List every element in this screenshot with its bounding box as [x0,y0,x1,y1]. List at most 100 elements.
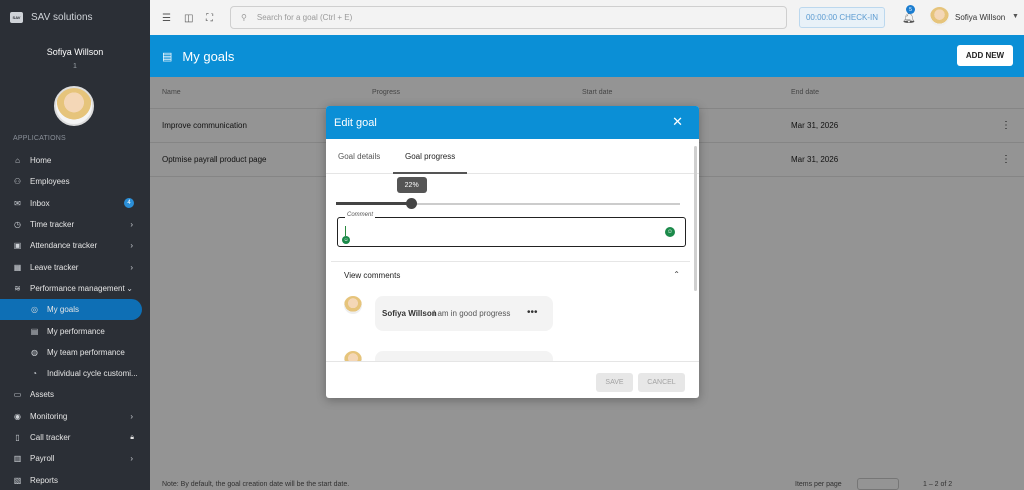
edit-goal-dialog: Edit goal ✕ Goal details Goal progress 2… [326,106,699,398]
chevron-down-icon[interactable]: ▼ [1012,13,1019,20]
cancel-button[interactable]: CANCEL [638,373,685,392]
sidebar-item-label: Leave tracker [30,262,79,272]
add-new-button[interactable]: ADD NEW [957,45,1013,66]
chevron-right-icon: › [130,411,133,421]
sidebar-item-leave-tracker[interactable]: ▦ Leave tracker › [0,256,150,277]
payroll-icon: ▥ [13,454,22,464]
sidebar-item-my-goals[interactable]: ◎ My goals [0,299,142,321]
dialog-header: Edit goal ✕ [326,106,699,139]
emoji-icon[interactable]: ☺ [342,236,350,244]
team-icon: ◍ [31,347,38,357]
sidebar-item-label: Performance management [30,283,125,293]
tab-goal-details[interactable]: Goal details [338,152,380,161]
text-cursor [345,226,346,236]
comment-text: I am in good progress [433,309,511,318]
user-avatar[interactable] [930,7,949,26]
dialog-scrollbar[interactable] [694,146,697,291]
comment-avatar [344,351,362,361]
sidebar-item-label: Employees [30,177,70,187]
view-comments-panel: View comments ⌃ Sofiya Willson I am in g… [331,261,690,361]
comment-label: Comment [345,212,376,218]
menu-icon[interactable]: ☰ [162,13,172,24]
sidebar-item-time-tracker[interactable]: ◷ Time tracker › [0,214,150,235]
comment-avatar [344,296,362,314]
sidebar-item-label: My performance [47,326,105,336]
sidebar-item-label: Reports [30,475,59,485]
search-placeholder: Search for a goal (Ctrl + E) [256,13,353,22]
avatar[interactable] [54,86,94,126]
dialog-footer: SAVE CANCEL [326,361,699,398]
emoji-icon[interactable]: ☺ [665,227,675,237]
phone-icon: ▯ [15,433,20,442]
search-icon: ⚲ [241,13,247,22]
sidebar-item-label: Individual cycle customi... [47,369,138,379]
comment-bubble [375,351,553,361]
app-name: SAV solutions [31,12,93,23]
home-icon: ⌂ [15,156,20,166]
people-icon: ⚇ [13,177,22,187]
comment-field[interactable]: Comment ☺ ☺ [337,212,686,247]
comment-bubble: Sofiya Willson I am in good progress ••• [375,296,553,331]
lock-icon: 🔒︎ [130,433,134,441]
save-button[interactable]: SAVE [596,373,633,392]
chevron-right-icon: › [130,454,133,464]
notification-badge: 5 [906,5,915,14]
collapse-icon[interactable]: ◫ [184,13,194,24]
eye-icon: ◉ [14,411,21,421]
sidebar-item-label: Time tracker [30,220,75,230]
tab-goal-progress[interactable]: Goal progress [405,152,455,161]
page-title: My goals [182,48,235,64]
page-header: ▤ My goals ADD NEW [150,35,1024,77]
sidebar-item-individual-cycle-customi[interactable]: ◔ Individual cycle customi... [0,363,150,384]
assets-icon: ▭ [13,390,22,400]
inbox-icon: ✉ [14,198,21,208]
sidebar-item-performance-management[interactable]: ≋ Performance management ⌄ [0,278,150,299]
sidebar-user-sub: 1 [73,63,77,70]
sidebar-item-reports[interactable]: ▧ Reports [0,469,150,490]
clock-icon: ◷ [14,220,21,230]
chevron-down-icon: ⌄ [126,283,133,293]
sidebar-item-attendance-tracker[interactable]: ▣ Attendance tracker › [0,235,150,256]
chevron-right-icon: › [130,262,133,272]
sidebar-user-name: Sofiya Willson [46,47,104,57]
sidebar-item-payroll[interactable]: ▥ Payroll › [0,448,150,469]
more-horizontal-icon[interactable]: ••• [527,307,538,318]
sidebar-item-assets[interactable]: ▭ Assets [0,384,150,405]
sidebar-item-label: My goals [47,305,80,315]
sidebar-item-label: Inbox [30,198,50,208]
sidebar-item-call-tracker[interactable]: ▯ Call tracker 🔒︎ [0,427,150,448]
cycle-icon: ◔ [32,369,37,379]
search-input[interactable]: ⚲ Search for a goal (Ctrl + E) [230,6,787,29]
sidebar-item-label: Monitoring [30,411,68,421]
chevron-up-icon[interactable]: ⌃ [673,270,680,279]
sidebar-item-label: Assets [30,390,55,400]
attendance-icon: ▣ [13,241,22,251]
reports-icon: ▧ [13,475,22,485]
dialog-title: Edit goal [334,116,377,129]
chevron-right-icon: › [130,220,133,230]
sidebar-item-monitoring[interactable]: ◉ Monitoring › [0,406,150,427]
active-tab-indicator [393,172,467,174]
sidebar-item-my-team-performance[interactable]: ◍ My team performance [0,342,150,363]
progress-slider-fill [336,202,412,205]
progress-tooltip: 22% [396,177,427,193]
sidebar-item-inbox[interactable]: ✉ Inbox 4 [0,193,150,214]
user-menu-name[interactable]: Sofiya Willson [955,13,1005,22]
sidebar-item-my-performance[interactable]: ▤ My performance [0,320,150,341]
sidebar-item-label: Home [30,156,52,166]
sidebar-section-label: APPLICATIONS [13,135,66,142]
sidebar-item-label: Call tracker [30,433,71,442]
app-brand[interactable]: SAV SAV solutions [0,0,150,35]
checkin-button[interactable]: 00:00:00 CHECK-IN [799,7,885,28]
app-logo: SAV [10,12,23,23]
view-comments-toggle[interactable]: View comments [344,271,400,280]
sidebar-item-home[interactable]: ⌂ Home [0,150,150,171]
close-icon[interactable]: ✕ [672,114,683,130]
dialog-tabs: Goal details Goal progress [326,146,699,174]
progress-slider-thumb[interactable] [406,198,418,209]
sidebar: SAV SAV solutions Sofiya Willson 1 APPLI… [0,0,150,490]
sidebar-nav: ⌂ Home ⚇ Employees ✉ Inbox 4 ◷ Time tracker › ▣ Att… [0,150,150,490]
sidebar-item-employees[interactable]: ⚇ Employees [0,171,150,192]
calendar-icon: ▦ [13,262,22,272]
fullscreen-icon[interactable]: ⛶ [206,13,216,24]
